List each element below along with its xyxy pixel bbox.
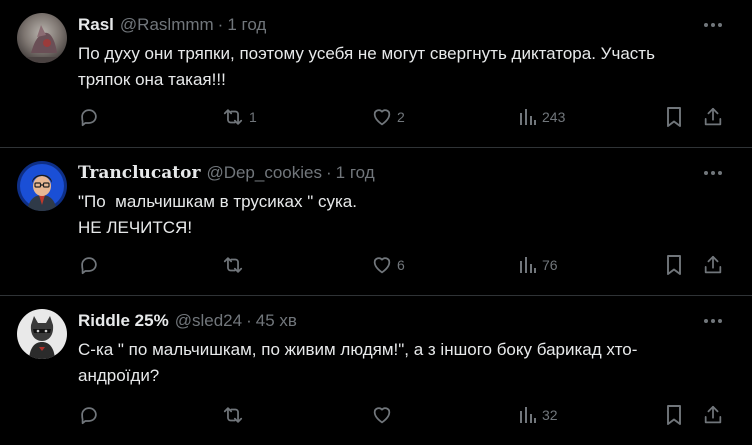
reply-button[interactable] <box>78 105 100 129</box>
more-options-button[interactable] <box>700 161 726 185</box>
display-name[interactable]: Rasl <box>78 15 114 35</box>
tweet-text: По духу они тряпки, поэтому усебя не мог… <box>78 41 718 93</box>
separator-dot: · <box>325 163 332 182</box>
timestamp[interactable]: 45 хв <box>256 311 297 331</box>
tweet-text: "По мальчишкам в трусиках " сука. НЕ ЛЕЧ… <box>78 189 718 241</box>
reply-bubble-icon <box>81 257 97 275</box>
analytics-bars-icon <box>520 109 536 125</box>
retweet-icon <box>223 109 243 125</box>
avatar[interactable] <box>17 309 67 359</box>
more-horizontal-icon <box>704 319 722 323</box>
analytics-bars-icon <box>520 407 536 423</box>
bookmark-icon <box>667 405 681 425</box>
tweet-text-line: тряпок она такая!!! <box>78 70 226 89</box>
heart-icon <box>373 109 391 126</box>
heart-icon <box>373 257 391 274</box>
share-button[interactable] <box>702 105 724 129</box>
user-handle[interactable]: @Dep_cookies <box>206 163 322 183</box>
more-horizontal-icon <box>704 23 722 27</box>
like-button[interactable]: 2 <box>371 105 405 129</box>
tweet-text-line: "По мальчишкам в трусиках " сука. <box>78 192 357 211</box>
tweet-header: Tranclucator @Dep_cookies · 1 год <box>78 161 375 185</box>
user-handle[interactable]: @sled24 <box>175 311 242 331</box>
bookmark-icon <box>667 107 681 127</box>
views-button[interactable]: 76 <box>518 253 558 277</box>
bookmark-icon <box>667 255 681 275</box>
like-count: 2 <box>397 109 405 125</box>
tweet-text-line: По духу они тряпки, поэтому усебя не мог… <box>78 44 655 63</box>
tweet[interactable]: Riddle 25% @sled24 · 45 хв С-ка " по мал… <box>0 296 752 445</box>
separator-dot: · <box>246 311 252 330</box>
retweet-button[interactable] <box>221 403 249 427</box>
more-horizontal-icon <box>704 171 722 175</box>
action-bar: 32 <box>0 403 752 427</box>
like-count: 6 <box>397 257 405 273</box>
tweet-text: С-ка " по мальчишкам, по живим людям!", … <box>78 337 718 389</box>
view-count: 32 <box>542 407 558 423</box>
user-handle[interactable]: @Raslmmm <box>120 15 214 35</box>
bookmark-button[interactable] <box>664 403 684 427</box>
action-bar: 6 76 <box>0 253 752 277</box>
share-upload-icon <box>704 107 722 126</box>
more-options-button[interactable] <box>700 13 726 37</box>
retweet-icon <box>223 257 243 273</box>
tweet-header: Rasl @Raslmmm · 1 год <box>78 13 266 37</box>
share-upload-icon <box>704 255 722 274</box>
views-button[interactable]: 243 <box>518 105 565 129</box>
tweet-text-line: НЕ ЛЕЧИТСЯ! <box>78 218 193 237</box>
like-button[interactable] <box>371 403 397 427</box>
share-button[interactable] <box>702 403 724 427</box>
retweet-icon <box>223 407 243 423</box>
heart-icon <box>373 407 391 424</box>
avatar[interactable] <box>17 13 67 63</box>
bookmark-button[interactable] <box>664 105 684 129</box>
reply-bubble-icon <box>81 407 97 425</box>
avatar[interactable] <box>17 161 67 211</box>
analytics-bars-icon <box>520 257 536 273</box>
tweet[interactable]: Rasl @Raslmmm · 1 год По духу они тряпки… <box>0 0 752 148</box>
action-bar: 1 2 243 <box>0 105 752 129</box>
tweet-text-line: С-ка " по мальчишкам, по живим людям!", … <box>78 340 638 359</box>
retweet-button[interactable]: 1 <box>221 105 257 129</box>
tweet-header: Riddle 25% @sled24 · 45 хв <box>78 309 297 333</box>
like-button[interactable]: 6 <box>371 253 405 277</box>
timestamp[interactable]: 1 год <box>336 163 375 183</box>
retweet-count: 1 <box>249 109 257 125</box>
display-name[interactable]: Riddle 25% <box>78 311 169 331</box>
more-options-button[interactable] <box>700 309 726 333</box>
share-upload-icon <box>704 405 722 424</box>
bookmark-button[interactable] <box>664 253 684 277</box>
view-count: 76 <box>542 257 558 273</box>
share-button[interactable] <box>702 253 724 277</box>
reply-button[interactable] <box>78 403 100 427</box>
tweet-text-line: андроїди? <box>78 366 160 385</box>
views-button[interactable]: 32 <box>518 403 558 427</box>
retweet-button[interactable] <box>221 253 249 277</box>
reply-feed: Rasl @Raslmmm · 1 год По духу они тряпки… <box>0 0 752 445</box>
reply-bubble-icon <box>81 109 97 127</box>
tweet[interactable]: Tranclucator @Dep_cookies · 1 год "По ма… <box>0 148 752 296</box>
display-name[interactable]: Tranclucator <box>78 163 200 183</box>
separator-dot: · <box>217 15 224 34</box>
view-count: 243 <box>542 109 566 125</box>
timestamp[interactable]: 1 год <box>227 15 266 35</box>
reply-button[interactable] <box>78 253 100 277</box>
